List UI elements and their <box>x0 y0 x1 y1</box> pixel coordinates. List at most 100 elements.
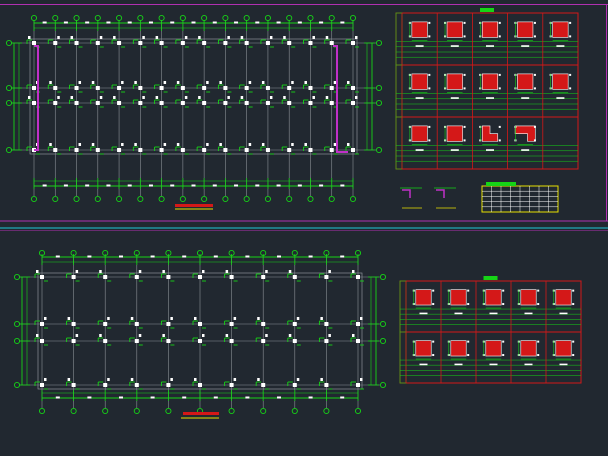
axis-bubble-bottom <box>354 407 362 415</box>
column-tag <box>163 143 167 146</box>
axis-bubble <box>264 195 271 203</box>
column-tag <box>227 96 230 99</box>
dimension-text <box>340 396 345 399</box>
column-tag <box>91 81 95 84</box>
detail-label <box>489 363 498 366</box>
column-section <box>265 148 270 152</box>
dimension-text <box>85 21 90 24</box>
detail-label <box>454 312 463 315</box>
column <box>217 36 232 48</box>
column-section <box>324 322 329 326</box>
axis-bubble-top <box>116 14 123 22</box>
axis-bubble <box>243 14 250 22</box>
axis-bubble <box>349 14 357 22</box>
axis-bubble-top <box>158 14 165 22</box>
column <box>154 36 168 48</box>
dimension-text <box>55 255 60 258</box>
axis-bubble-bottom <box>116 195 123 203</box>
column-tag <box>325 36 329 39</box>
column-tag <box>328 270 331 273</box>
cad-drawing-viewport[interactable] <box>0 0 608 452</box>
column-section <box>356 383 360 387</box>
column-tag <box>170 378 173 381</box>
column-tag <box>291 81 294 84</box>
column-section <box>292 275 297 279</box>
axis-bubble-top <box>349 14 357 22</box>
column-section <box>351 41 355 45</box>
column-tag <box>170 317 173 320</box>
axis-bubble <box>5 84 13 92</box>
detail-label <box>556 45 565 47</box>
column-section-detail <box>552 21 569 38</box>
column-section <box>180 148 185 152</box>
column <box>111 81 126 93</box>
column <box>90 143 104 155</box>
column-section <box>202 148 207 152</box>
legend-table <box>481 182 559 213</box>
legend-title-bar <box>486 182 516 186</box>
dimension-text <box>255 184 260 187</box>
column-tag <box>227 36 230 39</box>
column-section <box>117 148 122 152</box>
column-section <box>202 41 207 45</box>
dimension-text <box>308 255 313 258</box>
column <box>175 36 189 48</box>
axis-bubble <box>5 146 13 154</box>
column <box>97 334 112 346</box>
column-section-detail <box>517 73 534 90</box>
dimension-text <box>213 255 218 258</box>
column-section <box>71 275 76 279</box>
column-section <box>329 148 334 152</box>
rebar-dimension-mark <box>498 139 501 142</box>
axis-bubble <box>222 14 229 22</box>
column <box>260 96 274 108</box>
axis-bubble <box>379 381 387 389</box>
column-tag <box>176 143 180 146</box>
column-section <box>287 148 292 152</box>
axis-bubble <box>307 195 314 203</box>
axis-bubble <box>70 407 77 415</box>
column-section <box>32 86 36 90</box>
column-section <box>180 86 185 90</box>
detail-label <box>524 312 533 315</box>
dimension-text <box>276 21 281 24</box>
column <box>303 36 317 48</box>
column <box>255 270 270 282</box>
column-tag <box>99 96 103 99</box>
column <box>160 317 175 329</box>
axis-bubble-left <box>13 337 21 345</box>
axis-bubble <box>179 195 186 203</box>
axis-bubble <box>165 407 172 415</box>
column-tag <box>28 96 31 99</box>
column-section <box>292 383 297 387</box>
column-section <box>202 86 207 90</box>
building-outline <box>29 38 358 155</box>
axis-bubble <box>260 407 267 415</box>
axis-bubble <box>30 14 38 22</box>
axis-bubble-bottom <box>201 195 208 203</box>
column-section <box>32 41 36 45</box>
column-section-detail <box>481 73 499 90</box>
column-section <box>180 41 185 45</box>
column <box>239 96 253 108</box>
dimension-text <box>297 21 302 24</box>
axis-bubble-bottom <box>94 195 101 203</box>
rebar-dimension-mark <box>533 21 536 24</box>
column-section <box>138 101 143 105</box>
column <box>281 36 296 48</box>
column-section <box>229 322 234 326</box>
axis-bubble-top <box>73 14 80 22</box>
column <box>66 334 80 346</box>
rebar-dimension-mark <box>428 87 431 90</box>
column-section <box>117 86 122 90</box>
dimension-text <box>319 21 324 24</box>
rebar-dimension-mark <box>432 303 435 306</box>
column-section <box>117 41 122 45</box>
column-tag <box>198 36 201 39</box>
dimension-text <box>340 21 345 24</box>
column-section <box>287 41 292 45</box>
rebar-dimension-mark <box>498 125 501 128</box>
axis-bubble-left <box>13 273 21 281</box>
column <box>287 378 301 390</box>
column <box>196 143 211 155</box>
